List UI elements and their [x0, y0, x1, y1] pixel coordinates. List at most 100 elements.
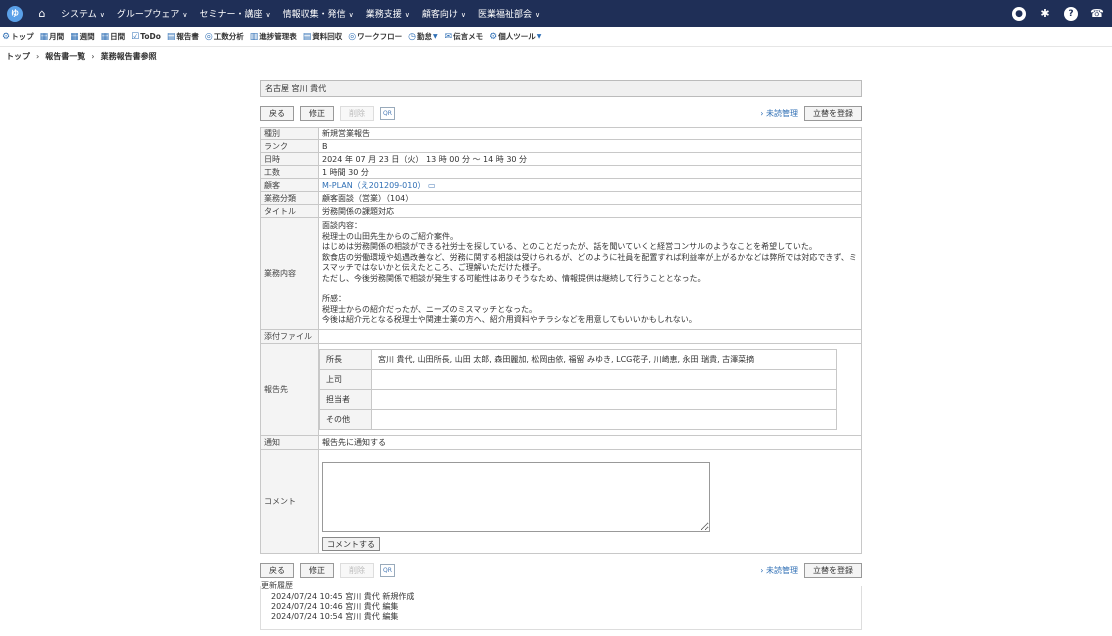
unread-link[interactable]: › 未読管理: [760, 108, 798, 119]
breadcrumb: トップ › 報告書一覧 › 業務報告書参照: [6, 48, 157, 64]
category-value: 顧客面談（営業）（104）: [318, 191, 862, 205]
customer-link[interactable]: M-PLAN（え201209-010）: [322, 181, 425, 190]
report-role-label: 所長: [319, 349, 372, 370]
workflow-icon: ◎: [348, 31, 357, 42]
report-table: 種別 新規営業報告 ランク B 日時 2024 年 07 月 23 日（火） 13 時…: [260, 127, 862, 554]
report-role-label: 上司: [319, 369, 372, 390]
tool-weekly[interactable]: ▦ 週間: [70, 31, 95, 42]
qr-icon[interactable]: QR: [380, 563, 395, 577]
breadcrumb-top[interactable]: トップ: [6, 51, 30, 62]
comment-label: コメント: [260, 449, 319, 554]
delete-button: 削除: [340, 105, 374, 121]
notify-value: 報告先に通知する: [318, 435, 862, 450]
attach-value: [318, 329, 862, 344]
calendar-icon: ▦: [39, 31, 49, 42]
report-target-table: 所長 宮川 貴代, 山田所長, 山田 太郎, 森田麗加, 松岡由依, 福留 みゆき…: [319, 349, 837, 430]
tool-bar: ⚙ トップ ▦ 月間 ▦ 週間 ▦ 日間 ☑ ToDo ▤ 報告書 ◎ 工数分析 ▥ 進捗管理表…: [0, 27, 1112, 47]
type-label: 種別: [260, 127, 319, 140]
rank-value: B: [318, 139, 862, 153]
tool-report[interactable]: ▤ 報告書: [167, 31, 199, 42]
type-value: 新規営業報告: [318, 127, 862, 140]
report-role-label: 担当者: [319, 389, 372, 410]
phone-icon[interactable]: ☎: [1090, 7, 1104, 21]
tool-daily[interactable]: ▦ 日間: [101, 31, 126, 42]
report-role-value: [371, 389, 837, 410]
checkbox-icon: ☑: [131, 31, 140, 42]
app-logo[interactable]: ゆ: [7, 5, 23, 22]
menu-medical[interactable]: 医業福祉部会 ∨: [478, 7, 540, 20]
customer-label: 顧客: [260, 178, 319, 192]
content-value: 面談内容： 税理士の山田先生からのご紹介案件。 はじめは労務関係の相談ができる社…: [318, 217, 862, 330]
home-icon[interactable]: ⌂: [35, 7, 49, 20]
notify-label: 通知: [260, 435, 319, 450]
report-label: 報告先: [260, 343, 319, 436]
content-label: 業務内容: [260, 217, 319, 330]
history-line: 2024/07/24 10:54 宮川 貴代 編集: [271, 612, 399, 621]
report-role-value: [371, 369, 837, 390]
update-history: 更新履歴 2024/07/24 10:45 宮川 貴代 新規作成 2024/07…: [260, 580, 862, 630]
tool-workflow[interactable]: ◎ ワークフロー: [348, 31, 402, 42]
attach-label: 添付ファイル: [260, 329, 319, 344]
history-line: 2024/07/24 10:45 宮川 貴代 新規作成: [271, 592, 415, 601]
breadcrumb-report-list[interactable]: 報告書一覧: [45, 51, 85, 62]
tool-memo[interactable]: ✉ 伝言メモ: [445, 31, 484, 42]
action-bar-bottom: 戻る 修正 削除 QR › 未読管理 立替を登録: [260, 560, 862, 580]
dropdown-icon: ▼: [432, 33, 438, 40]
dropdown-icon: ▼: [536, 33, 542, 40]
tool-analysis[interactable]: ◎ 工数分析: [205, 31, 244, 42]
comment-input[interactable]: [322, 462, 710, 532]
title-label: タイトル: [260, 204, 319, 218]
history-line: 2024/07/24 10:46 宮川 貴代 編集: [271, 602, 399, 611]
table-icon: ▥: [249, 31, 259, 42]
report-icon: ▤: [166, 31, 176, 42]
datetime-value: 2024 年 07 月 23 日（火） 13 時 00 分 ～ 14 時 30 …: [318, 152, 862, 166]
tool-collect[interactable]: ▤ 資料回収: [303, 31, 343, 42]
delete-button: 削除: [340, 562, 374, 578]
qr-icon[interactable]: QR: [380, 106, 395, 120]
user-header: 名古屋 宮川 貴代: [260, 80, 862, 97]
back-button[interactable]: 戻る: [260, 562, 294, 578]
main-menu: システム ∨ グループウェア ∨ セミナー・講座 ∨ 情報収集・発信 ∨ 業務支援 ∨ 顧…: [61, 7, 552, 20]
document-icon: ▤: [302, 31, 312, 42]
tool-todo[interactable]: ☑ ToDo: [131, 32, 161, 42]
calendar-icon: ▦: [70, 31, 79, 42]
action-bar-top: 戻る 修正 削除 QR › 未読管理 立替を登録: [260, 103, 862, 123]
breadcrumb-current: 業務報告書参照: [100, 51, 157, 61]
comment-submit-button[interactable]: コメントする: [322, 537, 380, 551]
category-label: 業務分類: [260, 191, 319, 205]
title-value: 労務関係の課題対応: [318, 204, 862, 218]
edit-button[interactable]: 修正: [300, 105, 334, 121]
card-icon[interactable]: ▭: [428, 181, 436, 190]
menu-info[interactable]: 情報収集・発信 ∨: [283, 7, 354, 20]
tool-attendance[interactable]: ◷ 勤怠 ▼: [408, 31, 438, 42]
chevron-right-icon: ›: [91, 51, 95, 61]
tool-top[interactable]: ⚙ トップ: [2, 31, 34, 42]
hours-value: 1 時間 30 分: [318, 165, 862, 179]
analysis-icon: ◎: [204, 31, 213, 42]
history-legend: 更新履歴: [261, 580, 297, 591]
tool-progress[interactable]: ▥ 進捗管理表: [250, 31, 297, 42]
menu-system[interactable]: システム ∨: [61, 7, 105, 20]
top-nav: ゆ ⌂ システム ∨ グループウェア ∨ セミナー・講座 ∨ 情報収集・発信 ∨ 業務支…: [0, 0, 1112, 27]
menu-seminar[interactable]: セミナー・講座 ∨: [199, 7, 270, 20]
edit-button[interactable]: 修正: [300, 562, 334, 578]
report-role-value: [371, 409, 837, 430]
tool-monthly[interactable]: ▦ 月間: [40, 31, 65, 42]
clock-icon: ◷: [408, 31, 416, 42]
register-expense-button[interactable]: 立替を登録: [804, 105, 862, 121]
menu-customer[interactable]: 顧客向け ∨: [422, 7, 466, 20]
menu-groupware[interactable]: グループウェア ∨: [117, 7, 188, 20]
register-expense-button[interactable]: 立替を登録: [804, 562, 862, 578]
menu-business[interactable]: 業務支援 ∨: [366, 7, 410, 20]
top-icon: ⚙: [2, 31, 11, 42]
report-detail: 名古屋 宮川 貴代 戻る 修正 削除 QR › 未読管理 立替を登録 種別 新規営…: [260, 80, 862, 630]
tool-personal[interactable]: ⚙ 個人ツール ▼: [489, 31, 542, 42]
report-role-label: その他: [319, 409, 372, 430]
gear-icon[interactable]: ✱: [1038, 7, 1052, 21]
calendar-icon: ▦: [100, 31, 110, 42]
back-button[interactable]: 戻る: [260, 105, 294, 121]
unread-link[interactable]: › 未読管理: [760, 565, 798, 576]
user-icon[interactable]: ●: [1012, 6, 1026, 21]
help-icon[interactable]: ?: [1064, 6, 1078, 21]
mail-icon: ✉: [444, 31, 453, 42]
